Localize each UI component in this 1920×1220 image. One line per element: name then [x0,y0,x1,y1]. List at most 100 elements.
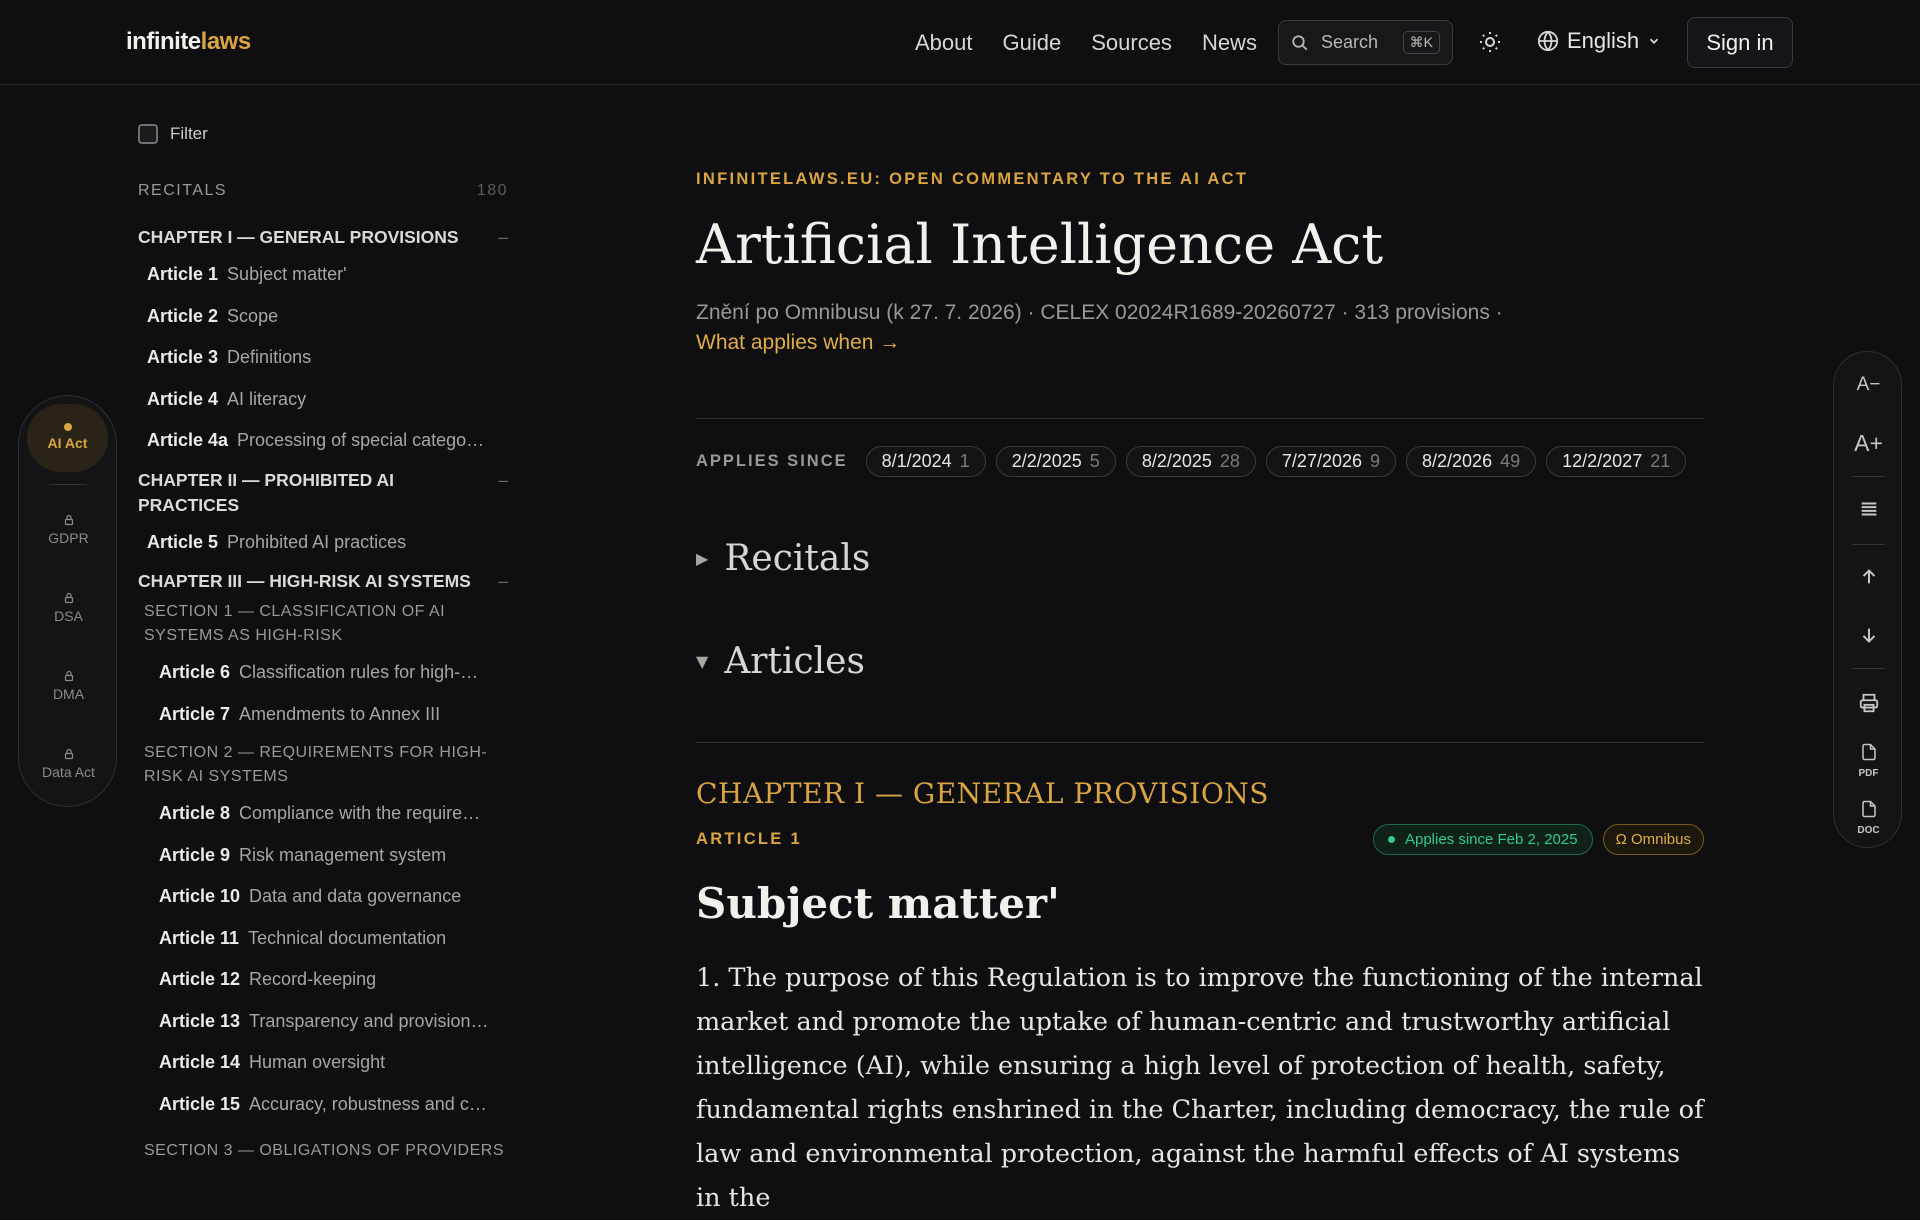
law-dma-label: DMA [52,686,85,702]
toc-article[interactable]: Article 12 Record-keeping [138,959,508,1001]
toc-article[interactable]: Article 13 Transparency and provision… [138,1001,508,1043]
scroll-down-button[interactable] [1834,624,1903,651]
toc-article[interactable]: Article 14 Human oversight [138,1042,508,1084]
main-nav: About Guide Sources News [915,0,1287,85]
date-filter-pill[interactable]: 8/2/2026 49 [1406,446,1537,477]
divider [696,742,1704,743]
law-data-act[interactable]: Data Act [19,748,118,780]
date-filter-pill[interactable]: 12/2/2027 21 [1546,446,1687,477]
applies-since-badge-label: Applies since Feb 2, 2025 [1404,831,1578,848]
what-applies-when-link[interactable]: What applies when → [696,328,1704,358]
checkbox[interactable] [138,123,158,144]
theme-toggle-button[interactable] [1474,26,1506,58]
language-selector[interactable]: English [1537,28,1661,54]
toc-section-2[interactable]: SECTION 2 — REQUIREMENTS FOR HIGH-RISK A… [138,741,508,789]
date-filter-pill[interactable]: 2/2/2025 5 [995,446,1116,477]
pill-date: 8/2/2026 [1422,451,1493,471]
recitals-toggle[interactable]: ▶ Recitals [696,538,1704,579]
toc-article-number: Article 13 [159,1010,241,1031]
law-dsa[interactable]: DSA [19,592,118,624]
site-logo[interactable]: infinitelaws [126,28,251,56]
nav-sources[interactable]: Sources [1091,30,1172,56]
nav-guide[interactable]: Guide [1003,30,1062,56]
toc-article-number: Article 4 [147,388,219,409]
applies-since-filter: APPLIES SINCE 8/1/2024 1 2/2/2025 5 8/2/20… [696,446,1704,488]
date-filter-pill[interactable]: 7/27/2026 9 [1265,446,1397,477]
globe-icon [1537,30,1559,52]
pill-count: 49 [1500,451,1521,471]
table-of-contents: Filter RECITALS 180 CHAPTER I — GENERAL … [138,106,508,1200]
toc-article-title: Record-keeping [249,969,377,990]
toc-chapter-2[interactable]: CHAPTER II — PROHIBITED AI PRACTICES – [138,468,508,518]
article-header-row: ARTICLE 1 Applies since Feb 2, 2025 Ω Om… [696,824,1704,855]
font-decrease-button[interactable]: A− [1834,374,1903,396]
sign-in-button[interactable]: Sign in [1687,17,1793,68]
tool-divider [1852,476,1885,477]
date-filter-pill[interactable]: 8/1/2024 1 [865,446,986,477]
download-pdf-button[interactable]: PDF [1834,742,1903,779]
nav-about[interactable]: About [915,30,973,56]
toc-article[interactable]: Article 15 Accuracy, robustness and c… [138,1084,508,1126]
law-dma[interactable]: DMA [19,670,118,702]
pill-count: 9 [1370,451,1381,471]
arrow-up-icon [1862,569,1875,584]
toc-article-number: Article 8 [159,803,231,824]
date-filter-pill[interactable]: 8/2/2025 28 [1125,446,1256,477]
toc-section-1[interactable]: SECTION 1 — CLASSIFICATION OF AI SYSTEMS… [138,600,508,648]
filter-label: Filter [170,123,208,143]
collapse-icon[interactable]: – [498,569,508,594]
file-icon [1861,743,1876,761]
law-ai-act[interactable]: AI Act [27,404,108,472]
logo-text-infinite: infinite [126,28,201,55]
active-dot [63,423,72,431]
pdf-label: PDF [1858,768,1879,779]
lock-icon [64,748,73,760]
toc-article[interactable]: Article 7 Amendments to Annex III [138,694,508,736]
applies-since-badge: Applies since Feb 2, 2025 [1372,824,1593,855]
filter-checkbox[interactable]: Filter [138,106,508,161]
print-button[interactable] [1834,692,1903,719]
toc-section-3[interactable]: SECTION 3 — OBLIGATIONS OF PROVIDERS [138,1139,508,1163]
toc-recitals-count: 180 [476,182,508,199]
toc-article-title: Subject matter' [227,264,347,285]
chevron-down-icon [1650,38,1659,44]
law-ai-act-label: AI Act [47,435,88,451]
font-increase-button[interactable]: A+ [1834,430,1903,457]
toc-recitals-label: RECITALS [138,182,228,199]
toc-article[interactable]: Article 6 Classification rules for high-… [138,652,508,694]
applies-since-label: APPLIES SINCE [696,452,848,470]
omnibus-badge[interactable]: Ω Omnibus [1602,824,1704,855]
toc-article[interactable]: Article 11 Technical documentation [138,918,508,960]
toc-article[interactable]: Article 5 Prohibited AI practices [138,522,508,564]
toc-article[interactable]: Article 2 Scope [138,296,508,338]
toc-article[interactable]: Article 4a Processing of special catego… [138,420,508,462]
toc-article-number: Article 4a [147,430,229,451]
article-title: Subject matter' [696,879,1060,928]
download-doc-button[interactable]: DOC [1834,799,1903,836]
rail-divider [49,484,87,485]
toc-article[interactable]: Article 3 Definitions [138,337,508,379]
toc-article-title: Data and data governance [249,886,462,907]
toc-recitals[interactable]: RECITALS 180 [138,169,508,213]
nav-news[interactable]: News [1202,30,1257,56]
toc-chapter-1[interactable]: CHAPTER I — GENERAL PROVISIONS – [138,225,508,250]
article-paragraph: 1. The purpose of this Regulation is to … [696,963,1704,1213]
toc-article[interactable]: Article 1 Subject matter' [138,254,508,296]
text-width-button[interactable] [1834,498,1903,525]
lock-icon [64,514,73,526]
collapse-icon[interactable]: – [498,225,508,250]
document-meta: Znění po Omnibusu (k 27. 7. 2026) · CELE… [696,301,1503,324]
scroll-up-button[interactable] [1834,566,1903,593]
toc-article[interactable]: Article 8 Compliance with the require… [138,793,508,835]
collapse-icon[interactable]: – [498,468,508,518]
toc-article[interactable]: Article 9 Risk management system [138,835,508,877]
toc-article[interactable]: Article 10 Data and data governance [138,876,508,918]
triangle-right-icon: ▶ [696,549,709,568]
toc-article[interactable]: Article 4 AI literacy [138,379,508,421]
articles-toggle[interactable]: ▼ Articles [696,641,1704,682]
search-button[interactable]: Search ⌘K [1278,20,1453,65]
law-gdpr[interactable]: GDPR [19,514,118,546]
toc-chapter-3[interactable]: CHAPTER III — HIGH-RISK AI SYSTEMS – [138,569,508,594]
recitals-toggle-label: Recitals [724,538,871,579]
pill-date: 7/27/2026 [1281,451,1362,471]
